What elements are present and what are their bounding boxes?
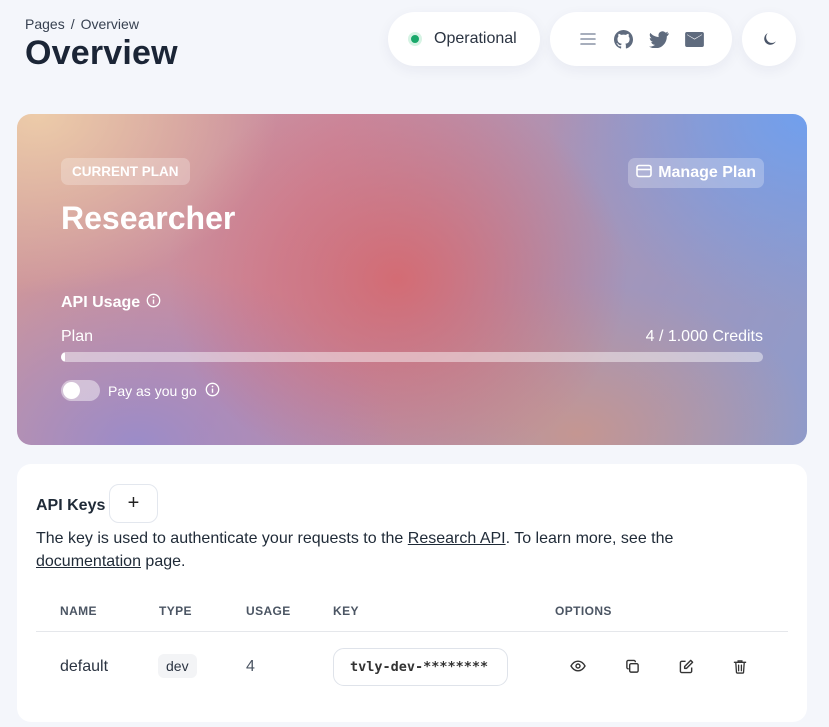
key-name: default (60, 658, 109, 675)
mail-icon[interactable] (682, 27, 706, 51)
current-plan-card: CURRENT PLAN Manage Plan Researcher API … (17, 114, 807, 445)
trash-icon[interactable] (730, 656, 750, 676)
theme-toggle-button[interactable] (742, 12, 796, 66)
pay-as-you-go-label: Pay as you go (108, 382, 197, 399)
status-text: Operational (434, 30, 517, 47)
credit-card-icon (636, 164, 652, 183)
info-icon[interactable] (205, 382, 220, 400)
description-text: page. (140, 553, 186, 570)
twitter-icon[interactable] (647, 27, 671, 51)
add-api-key-button[interactable]: + (109, 484, 158, 523)
description-text: The key is used to authenticate your req… (36, 530, 408, 547)
column-header-type: TYPE (159, 604, 192, 618)
api-usage-heading: API Usage (61, 293, 161, 313)
edit-icon[interactable] (676, 656, 696, 676)
column-header-options: OPTIONS (555, 604, 612, 618)
description-text: . To learn more, see the (505, 530, 674, 547)
header-icon-bar (550, 12, 732, 66)
usage-progress-fill (61, 352, 66, 362)
api-usage-label: API Usage (61, 294, 141, 311)
breadcrumb-root[interactable]: Pages (25, 16, 65, 32)
manage-plan-button[interactable]: Manage Plan (628, 158, 764, 188)
research-api-link[interactable]: Research API (408, 530, 506, 547)
manage-plan-label: Manage Plan (658, 164, 756, 181)
api-key-value[interactable]: tvly-dev-******** (333, 648, 508, 686)
api-keys-description: The key is used to authenticate your req… (36, 527, 736, 573)
toggle-knob (63, 382, 80, 399)
eye-icon[interactable] (568, 656, 588, 676)
status-indicator (408, 32, 422, 46)
column-header-usage: USAGE (246, 604, 291, 618)
menu-icon[interactable] (576, 27, 600, 51)
table-divider (36, 631, 788, 632)
documentation-link[interactable]: documentation (36, 553, 141, 570)
usage-progress-bar (61, 352, 763, 362)
current-plan-badge: CURRENT PLAN (61, 158, 190, 185)
breadcrumb-current: Overview (80, 16, 139, 32)
copy-icon[interactable] (622, 656, 642, 676)
column-header-key: KEY (333, 604, 359, 618)
api-keys-card: API Keys + The key is used to authentica… (17, 464, 807, 722)
pay-as-you-go-toggle[interactable] (61, 380, 100, 401)
key-usage: 4 (246, 658, 255, 675)
page-title: Overview (25, 34, 178, 72)
column-header-name: NAME (60, 604, 97, 618)
pay-as-you-go-row: Pay as you go (61, 380, 220, 401)
plan-row-label: Plan (61, 328, 94, 345)
credits-usage-text: 4 / 1.000 Credits (645, 328, 763, 345)
status-pill[interactable]: Operational (388, 12, 540, 66)
key-type-chip: dev (158, 654, 197, 678)
github-icon[interactable] (611, 27, 635, 51)
moon-icon (757, 27, 781, 51)
api-keys-title: API Keys (36, 497, 106, 514)
breadcrumb-separator: / (70, 16, 75, 32)
info-icon[interactable] (146, 293, 161, 313)
breadcrumb: Pages / Overview (25, 16, 139, 32)
plan-name: Researcher (61, 200, 236, 236)
